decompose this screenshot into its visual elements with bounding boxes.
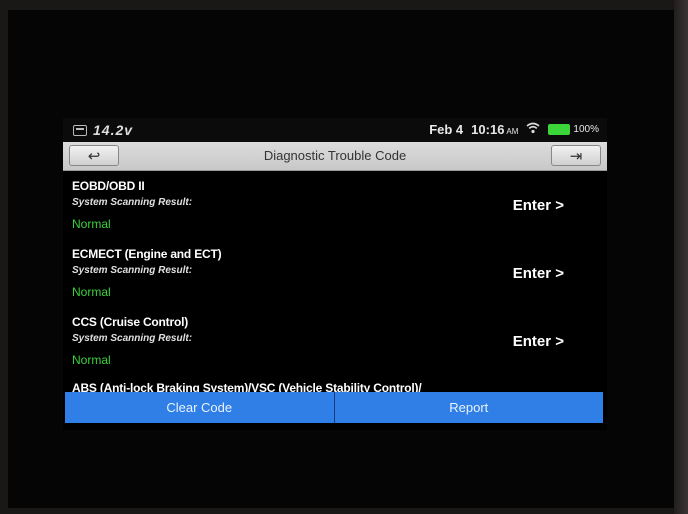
list-item[interactable]: CCS (Cruise Control) System Scanning Res…	[63, 306, 607, 374]
list-item[interactable]: EOBD/OBD II System Scanning Result: Norm…	[63, 170, 607, 238]
scan-result-label: System Scanning Result:	[72, 333, 193, 344]
system-name: ECMECT (Engine and ECT)	[72, 247, 222, 261]
exit-icon: ⇥	[569, 147, 583, 165]
clear-code-button[interactable]: Clear Code	[65, 392, 334, 423]
enter-button[interactable]: Enter >	[513, 333, 564, 350]
status-ampm: AM	[506, 127, 519, 136]
scan-result-label: System Scanning Result:	[72, 197, 193, 208]
battery-indicator: 100%	[548, 124, 599, 135]
scan-result-status: Normal	[72, 217, 111, 231]
status-time: 10:16	[471, 122, 505, 137]
scan-result-status: Normal	[72, 285, 111, 299]
report-button[interactable]: Report	[335, 392, 604, 423]
status-bar: 14.2v Feb 4 10:16 AM 100%	[63, 118, 607, 142]
device-screen: 14.2v Feb 4 10:16 AM 100% ↩ Diagnostic T…	[63, 118, 607, 430]
enter-button[interactable]: Enter >	[513, 265, 564, 282]
voltage-readout: 14.2v	[93, 122, 134, 138]
status-date: Feb 4	[429, 122, 464, 137]
scan-result-label: System Scanning Result:	[72, 265, 193, 276]
system-name: EOBD/OBD II	[72, 179, 145, 193]
action-bar: Clear Code Report	[65, 392, 603, 423]
status-left: 14.2v	[73, 122, 133, 138]
status-right: Feb 4 10:16 AM 100%	[429, 122, 599, 137]
list-item[interactable]: ECMECT (Engine and ECT) System Scanning …	[63, 238, 607, 306]
device-edge	[674, 0, 688, 514]
title-bar: ↩ Diagnostic Trouble Code ⇥	[63, 142, 607, 171]
enter-button[interactable]: Enter >	[513, 197, 564, 214]
status-time-group: 10:16 AM	[471, 122, 518, 137]
car-icon	[73, 124, 87, 136]
wifi-icon	[526, 122, 540, 137]
battery-icon	[548, 124, 571, 135]
system-list[interactable]: EOBD/OBD II System Scanning Result: Norm…	[63, 170, 607, 430]
page-title: Diagnostic Trouble Code	[263, 148, 407, 163]
exit-button[interactable]: ⇥	[551, 145, 601, 166]
scan-result-status: Normal	[72, 353, 111, 367]
battery-percent: 100%	[573, 124, 599, 135]
system-name: CCS (Cruise Control)	[72, 315, 189, 329]
